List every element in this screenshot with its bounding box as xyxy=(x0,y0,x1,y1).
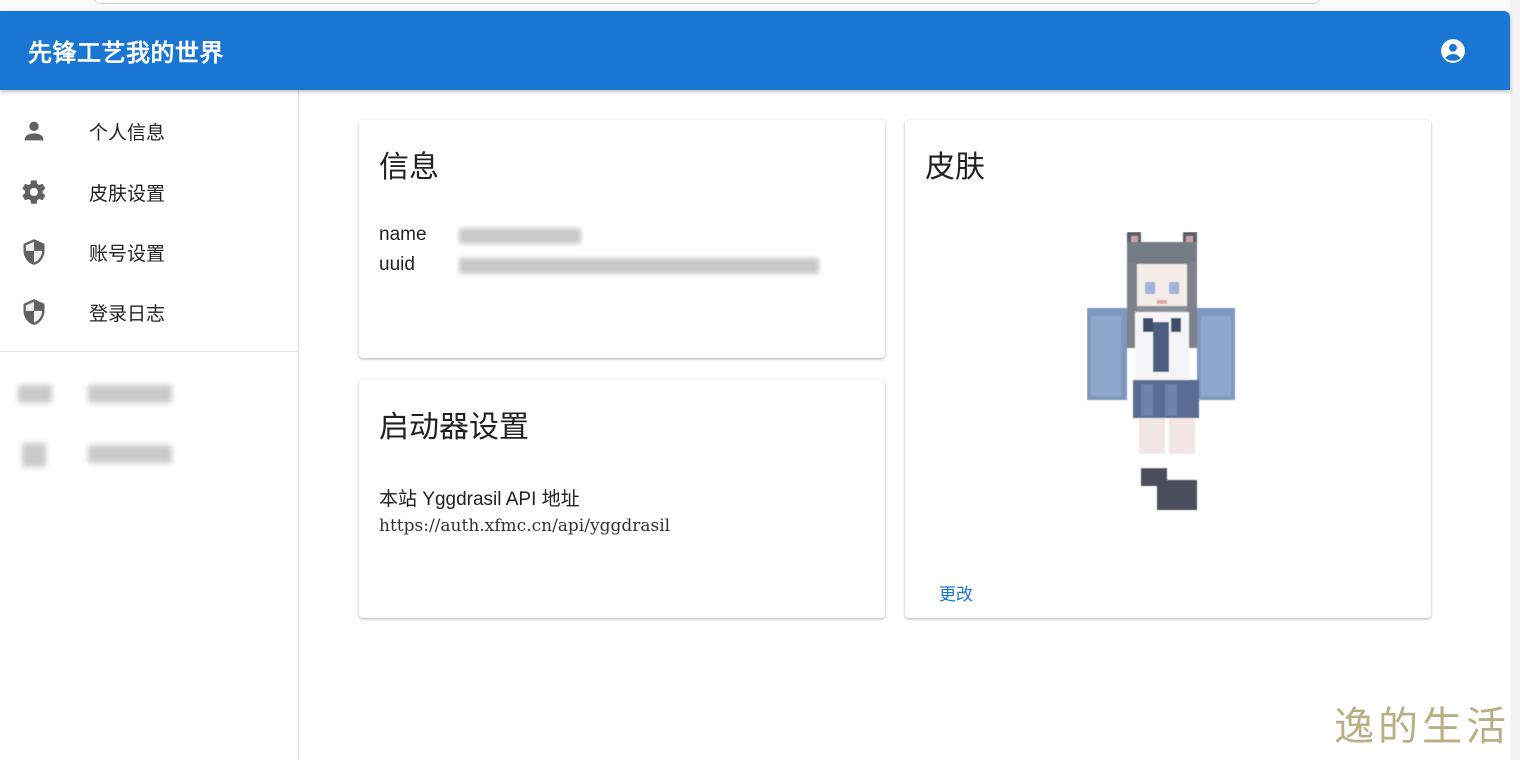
launcher-settings-card: 启动器设置 本站 Yggdrasil API 地址 https://auth.x… xyxy=(359,380,885,618)
sidebar-item-redacted[interactable] xyxy=(0,423,298,483)
api-address-label: 本站 Yggdrasil API 地址 xyxy=(379,489,580,510)
info-key-uuid: uuid xyxy=(379,254,415,275)
redacted-icon xyxy=(18,385,52,403)
card-title: 信息 xyxy=(379,151,439,184)
sidebar-item-profile[interactable]: 个人信息 xyxy=(0,100,298,160)
card-title: 皮肤 xyxy=(925,151,985,184)
window-edge xyxy=(1510,0,1520,760)
info-key-name: name xyxy=(379,224,427,245)
account-circle-icon[interactable] xyxy=(1440,38,1466,64)
sidebar-item-label: 账号设置 xyxy=(89,244,166,265)
sidebar-item-label: 个人信息 xyxy=(89,123,166,144)
redacted-label xyxy=(88,445,172,463)
change-skin-button[interactable]: 更改 xyxy=(927,578,985,607)
shield-icon xyxy=(20,238,48,266)
redacted-uuid-value xyxy=(459,258,819,274)
sidebar-item-label: 登录日志 xyxy=(89,304,166,325)
redacted-name-value xyxy=(459,228,581,244)
info-card: 信息 name uuid xyxy=(359,120,885,358)
redacted-label xyxy=(88,385,172,403)
sidebar-item-login-log[interactable]: 登录日志 xyxy=(0,281,298,341)
shield-icon xyxy=(20,298,48,326)
sidebar-item-skin-settings[interactable]: 皮肤设置 xyxy=(0,161,298,221)
card-title: 启动器设置 xyxy=(379,411,529,444)
app-title: 先锋工艺我的世界 xyxy=(28,40,224,67)
sidebar-item-redacted[interactable] xyxy=(0,363,298,423)
watermark: 逸的生活 xyxy=(1334,704,1510,750)
app-bar: 先锋工艺我的世界 xyxy=(0,11,1510,90)
address-bar[interactable] xyxy=(92,0,1322,4)
sidebar-item-label: 皮肤设置 xyxy=(89,184,166,205)
api-address-value[interactable]: https://auth.xfmc.cn/api/yggdrasil xyxy=(379,516,670,536)
sidebar-item-account-settings[interactable]: 账号设置 xyxy=(0,221,298,281)
redacted-icon xyxy=(22,443,46,467)
main-content: 信息 name uuid 启动器设置 本站 Yggdrasil API 地址 h… xyxy=(300,90,1510,760)
gear-icon xyxy=(20,178,48,206)
sidebar-divider xyxy=(0,351,298,352)
sidebar: 个人信息 皮肤设置 账号设置 登录日志 xyxy=(0,90,299,760)
skin-preview-image xyxy=(1087,232,1235,510)
person-icon xyxy=(20,117,48,145)
skin-card: 皮肤 更改 xyxy=(905,120,1431,618)
